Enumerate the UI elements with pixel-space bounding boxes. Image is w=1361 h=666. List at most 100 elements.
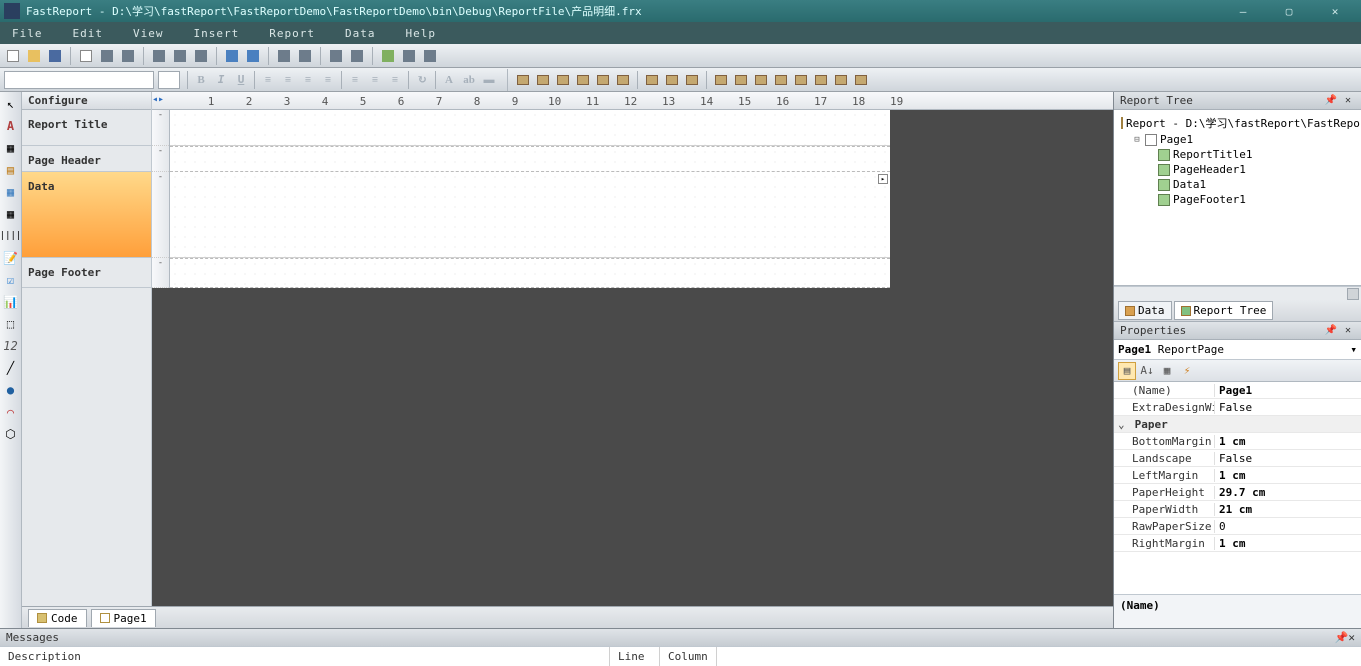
- find-button[interactable]: [348, 47, 366, 65]
- border-none-button[interactable]: [614, 71, 632, 89]
- valign-top-button[interactable]: ≡: [345, 71, 365, 89]
- paste-button[interactable]: [192, 47, 210, 65]
- report-tree[interactable]: Report - D:\学习\fastReport\FastRepor ⊟Pag…: [1114, 110, 1361, 286]
- region-page-footer[interactable]: [170, 258, 890, 288]
- barcode-tool[interactable]: ||||: [3, 228, 19, 244]
- preview-button[interactable]: [77, 47, 95, 65]
- prop-row[interactable]: LandscapeFalse: [1114, 450, 1361, 467]
- underline-button[interactable]: U: [231, 71, 251, 89]
- menu-view[interactable]: View: [127, 25, 170, 42]
- messages-panel-header[interactable]: Messages 📌 ✕: [0, 628, 1361, 646]
- page-surface[interactable]: ▸: [170, 110, 890, 288]
- configure-button[interactable]: Configure: [22, 92, 151, 110]
- menu-data[interactable]: Data: [339, 25, 382, 42]
- newdialog-button[interactable]: [400, 47, 418, 65]
- tab-code[interactable]: Code: [28, 609, 87, 627]
- fill-color-button[interactable]: ▬: [479, 71, 499, 89]
- scrollbar-thumb[interactable]: [1347, 288, 1359, 300]
- new-button[interactable]: [4, 47, 22, 65]
- delpage-button[interactable]: [421, 47, 439, 65]
- align-toolbar-6[interactable]: [812, 71, 830, 89]
- pin-icon-2[interactable]: 📌: [1325, 325, 1337, 336]
- menu-file[interactable]: File: [6, 25, 49, 42]
- print-button[interactable]: [119, 47, 137, 65]
- zip-code-tool[interactable]: ⬚: [3, 316, 19, 332]
- band-page-footer[interactable]: Page Footer: [22, 258, 151, 288]
- font-size-select[interactable]: [158, 71, 180, 89]
- italic-button[interactable]: I: [211, 71, 231, 89]
- highlight-button[interactable]: ab: [459, 71, 479, 89]
- bold-button[interactable]: B: [191, 71, 211, 89]
- close-panel-icon-3[interactable]: ✕: [1348, 631, 1355, 644]
- align-toolbar-2[interactable]: [732, 71, 750, 89]
- line-tool[interactable]: ╱: [3, 360, 19, 376]
- text-tool[interactable]: A: [3, 118, 19, 134]
- align-center-button[interactable]: ≡: [278, 71, 298, 89]
- region-page-header[interactable]: [170, 146, 890, 172]
- band-tool[interactable]: ▤: [3, 162, 19, 178]
- align-right-button[interactable]: ≡: [298, 71, 318, 89]
- minimize-button[interactable]: —: [1235, 5, 1251, 18]
- align-toolbar-3[interactable]: [752, 71, 770, 89]
- region-data[interactable]: ▸: [170, 172, 890, 258]
- region-report-title[interactable]: [170, 110, 890, 146]
- menu-edit[interactable]: Edit: [67, 25, 110, 42]
- border-left-button[interactable]: [554, 71, 572, 89]
- align-justify-button[interactable]: ≡: [318, 71, 338, 89]
- pin-icon-3[interactable]: 📌: [1335, 631, 1349, 644]
- prop-row[interactable]: PaperWidth21 cm: [1114, 501, 1361, 518]
- matrix-tool[interactable]: ▦: [3, 206, 19, 222]
- border-top-button[interactable]: [514, 71, 532, 89]
- text-rotation-button[interactable]: ↻: [412, 71, 432, 89]
- prop-row[interactable]: PaperHeight29.7 cm: [1114, 484, 1361, 501]
- align-toolbar-1[interactable]: [712, 71, 730, 89]
- band-expand-icon[interactable]: ▸: [878, 174, 888, 184]
- undo-button[interactable]: [223, 47, 241, 65]
- select-tool[interactable]: ↖: [3, 96, 19, 112]
- tree-node-pageheader1[interactable]: PageHeader1: [1118, 162, 1357, 177]
- border-width-button[interactable]: [663, 71, 681, 89]
- save-button[interactable]: [46, 47, 64, 65]
- menu-report[interactable]: Report: [263, 25, 321, 42]
- align-toolbar-7[interactable]: [832, 71, 850, 89]
- props-view-button[interactable]: ▦: [1158, 362, 1176, 380]
- prop-row[interactable]: ExtraDesignWiFalse: [1114, 399, 1361, 416]
- border-bottom-button[interactable]: [534, 71, 552, 89]
- align-toolbar-4[interactable]: [772, 71, 790, 89]
- close-panel-icon-2[interactable]: ✕: [1345, 325, 1351, 336]
- border-color-button[interactable]: [643, 71, 661, 89]
- border-all-button[interactable]: [594, 71, 612, 89]
- tree-node-reporttitle1[interactable]: ReportTitle1: [1118, 147, 1357, 162]
- band-data[interactable]: Data: [22, 172, 151, 258]
- menu-help[interactable]: Help: [400, 25, 443, 42]
- categorized-button[interactable]: ▤: [1118, 362, 1136, 380]
- picture-tool[interactable]: ▦: [3, 140, 19, 156]
- font-family-select[interactable]: [4, 71, 154, 89]
- ungroup-button[interactable]: [296, 47, 314, 65]
- border-style-button[interactable]: [683, 71, 701, 89]
- valign-middle-button[interactable]: ≡: [365, 71, 385, 89]
- prop-row[interactable]: LeftMargin1 cm: [1114, 467, 1361, 484]
- open-button[interactable]: [25, 47, 43, 65]
- prop-row[interactable]: (Name)Page1: [1114, 382, 1361, 399]
- tree-node-pagefooter1[interactable]: PageFooter1: [1118, 192, 1357, 207]
- page-setup-button[interactable]: [98, 47, 116, 65]
- properties-grid[interactable]: (Name)Page1ExtraDesignWiFalse⌄ PaperBott…: [1114, 382, 1361, 594]
- design-canvas[interactable]: ◂▸ 12345678910111213141516171819 ---- ▸: [152, 92, 1113, 606]
- prop-row[interactable]: ⌄ Paper: [1114, 416, 1361, 433]
- table-tool[interactable]: ▦: [3, 184, 19, 200]
- band-page-header[interactable]: Page Header: [22, 146, 151, 172]
- tab-page1[interactable]: Page1: [91, 609, 156, 627]
- properties-object-selector[interactable]: Page1 ReportPage ▾: [1114, 340, 1361, 360]
- alphabetical-button[interactable]: A↓: [1138, 362, 1156, 380]
- events-button[interactable]: ⚡: [1178, 362, 1196, 380]
- close-panel-icon[interactable]: ✕: [1345, 95, 1351, 106]
- valign-bottom-button[interactable]: ≡: [385, 71, 405, 89]
- close-button[interactable]: ✕: [1327, 5, 1343, 18]
- cut-button[interactable]: [150, 47, 168, 65]
- copy-button[interactable]: [171, 47, 189, 65]
- maximize-button[interactable]: ▢: [1281, 5, 1297, 18]
- align-toolbar-5[interactable]: [792, 71, 810, 89]
- pin-icon[interactable]: 📌: [1325, 95, 1337, 106]
- redo-button[interactable]: [244, 47, 262, 65]
